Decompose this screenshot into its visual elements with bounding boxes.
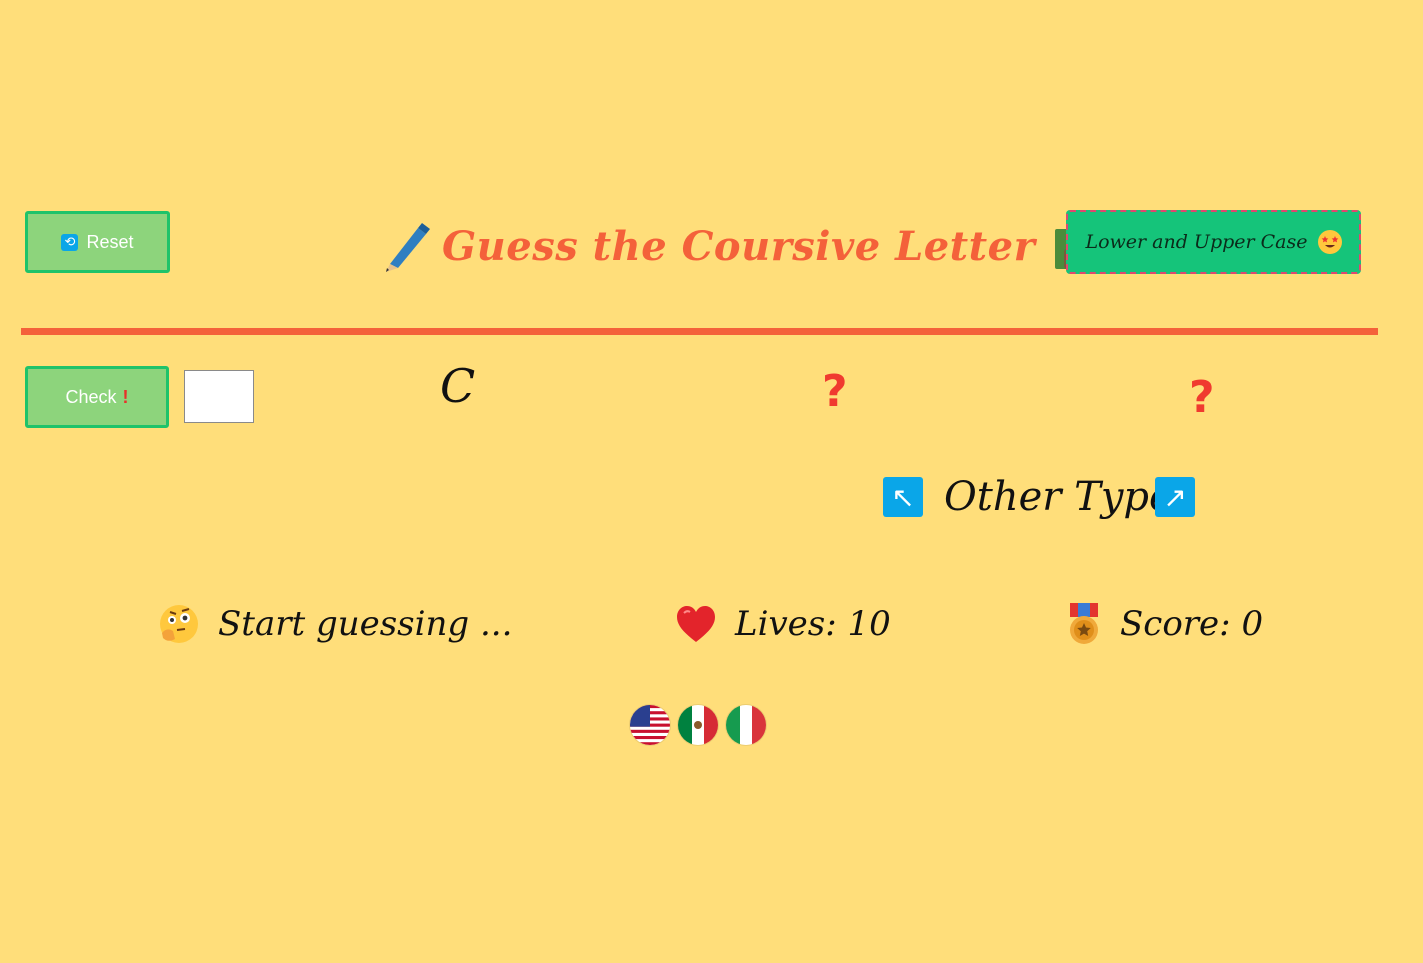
lives-text: Lives: 10 [735, 604, 891, 644]
hidden-letter-slot: ? [1189, 372, 1215, 423]
pen-icon [380, 220, 432, 272]
title-text: Guess the Coursive Letter [442, 222, 1036, 270]
check-button[interactable]: Check ! [25, 366, 169, 428]
score-text: Score: 0 [1120, 604, 1264, 644]
hidden-letter-slot: ? [822, 366, 848, 417]
reset-button[interactable]: ⟲ Reset [25, 211, 170, 273]
star-struck-icon [1317, 230, 1342, 254]
status-message-text: Start guessing ... [218, 604, 513, 644]
arrow-up-right-icon[interactable]: ↗ [1155, 477, 1195, 517]
flag-mx-button[interactable] [678, 705, 718, 745]
page-title: Guess the Coursive Letter [380, 216, 1103, 276]
case-mode-button[interactable]: Lower and Upper Case [1066, 210, 1361, 274]
heart-icon [675, 604, 717, 644]
check-label: Check [65, 386, 117, 407]
arrow-up-left-icon[interactable]: ↖ [883, 477, 923, 517]
thinking-face-icon [158, 603, 200, 645]
flag-us-button[interactable] [630, 705, 670, 745]
cursive-letter: C [440, 359, 476, 413]
lives-display: Lives: 10 [675, 598, 891, 650]
status-message: Start guessing ... [158, 598, 512, 650]
reset-label: Reset [86, 231, 134, 252]
exclamation-icon: ! [122, 386, 129, 407]
flag-it-button[interactable] [726, 705, 766, 745]
repeat-icon: ⟲ [61, 233, 79, 251]
case-mode-label: Lower and Upper Case [1085, 231, 1308, 253]
answer-input[interactable] [184, 370, 254, 423]
header-divider [21, 328, 1378, 335]
medal-icon [1066, 603, 1102, 645]
score-display: Score: 0 [1066, 598, 1263, 650]
